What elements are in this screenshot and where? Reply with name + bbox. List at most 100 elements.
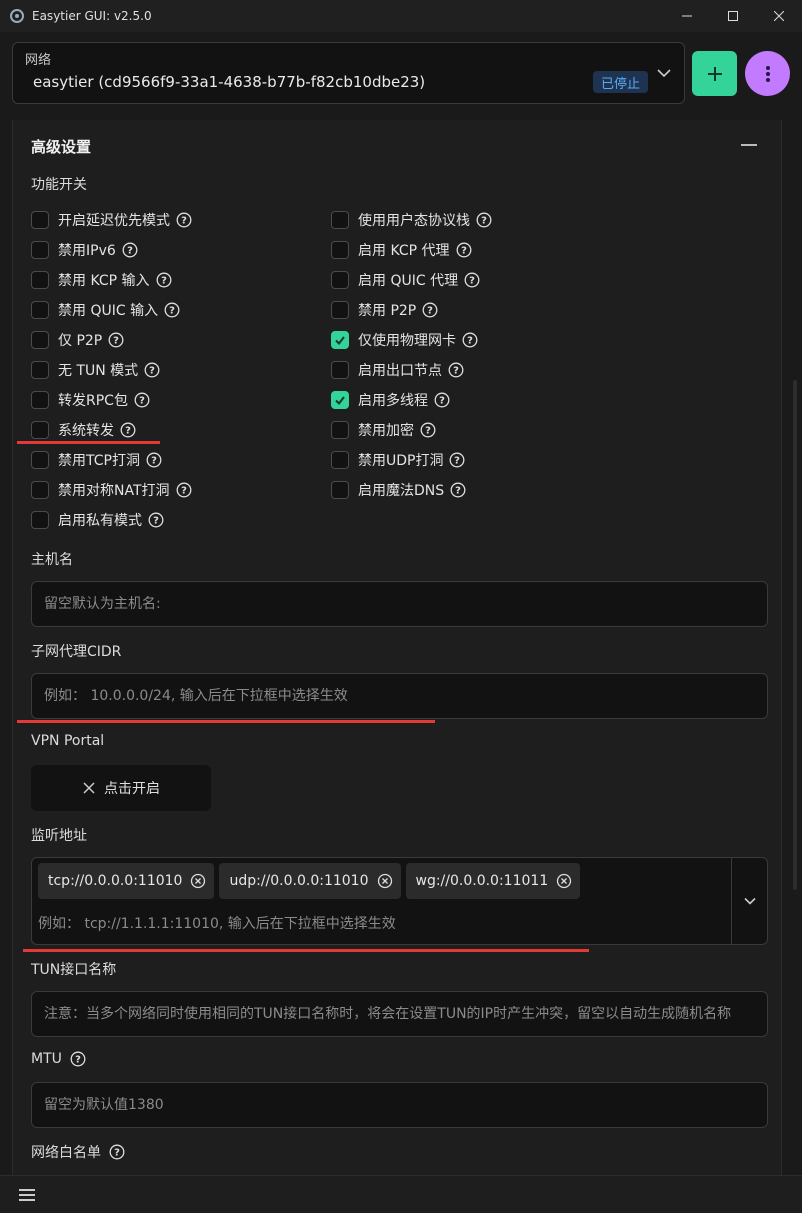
network-select[interactable]: 网络 easytier (cd9566f9-33a1-4638-b77b-f82… <box>12 42 685 104</box>
checkbox[interactable] <box>331 451 349 469</box>
checkbox[interactable] <box>331 271 349 289</box>
help-icon[interactable]: ? <box>476 212 492 228</box>
tun-name-input[interactable] <box>44 1006 767 1022</box>
checkbox[interactable] <box>331 481 349 499</box>
toggle-row[interactable]: 启用多线程? <box>331 390 450 410</box>
mtu-field[interactable] <box>31 1082 768 1128</box>
scrollbar-thumb[interactable] <box>793 380 797 890</box>
help-icon[interactable]: ? <box>146 452 162 468</box>
toggle-row[interactable]: 开启延迟优先模式? <box>31 210 192 230</box>
minimize-icon <box>682 15 692 17</box>
help-icon[interactable]: ? <box>148 512 164 528</box>
checkbox[interactable] <box>31 271 49 289</box>
mtu-input[interactable] <box>44 1097 767 1113</box>
help-icon[interactable]: ? <box>109 1144 125 1160</box>
maximize-button[interactable] <box>710 0 756 32</box>
checkbox[interactable] <box>331 421 349 439</box>
checkbox[interactable] <box>331 361 349 379</box>
toggle-row[interactable]: 禁用 P2P? <box>331 300 438 320</box>
checkbox[interactable] <box>31 511 49 529</box>
help-icon[interactable]: ? <box>434 392 450 408</box>
help-icon[interactable]: ? <box>456 242 472 258</box>
toggle-row[interactable]: 系统转发? <box>31 420 136 440</box>
checkbox[interactable] <box>331 331 349 349</box>
help-icon[interactable]: ? <box>134 392 150 408</box>
collapse-icon[interactable] <box>741 144 757 146</box>
panel-title: 高级设置 <box>31 138 92 156</box>
help-icon[interactable]: ? <box>448 362 464 378</box>
hostname-field[interactable] <box>31 581 768 627</box>
toggle-row[interactable]: 启用出口节点? <box>331 360 464 380</box>
subnet-proxy-input[interactable] <box>44 688 767 704</box>
listeners-placeholder[interactable]: 例如： tcp://1.1.1.1:11010, 输入后在下拉框中选择生效 <box>38 913 396 933</box>
toggle-row[interactable]: 启用私有模式? <box>31 510 164 530</box>
help-icon[interactable]: ? <box>144 362 160 378</box>
checkbox[interactable] <box>331 391 349 409</box>
help-icon[interactable]: ? <box>176 482 192 498</box>
add-network-button[interactable] <box>692 51 737 96</box>
checkbox[interactable] <box>31 211 49 229</box>
checkbox[interactable] <box>31 361 49 379</box>
toggle-row[interactable]: 仅使用物理网卡? <box>331 330 478 350</box>
menu-icon[interactable] <box>19 1188 35 1201</box>
listeners-dropdown[interactable] <box>731 858 767 944</box>
help-icon[interactable]: ? <box>108 332 124 348</box>
checkbox[interactable] <box>31 481 49 499</box>
checkbox[interactable] <box>31 331 49 349</box>
checkbox-label: 系统转发 <box>58 423 114 439</box>
toggle-row[interactable]: 禁用TCP打洞? <box>31 450 162 470</box>
checkbox[interactable] <box>31 241 49 259</box>
help-icon[interactable]: ? <box>462 332 478 348</box>
bottom-bar <box>0 1175 802 1213</box>
toggle-row[interactable]: 禁用 QUIC 输入? <box>31 300 180 320</box>
toggle-row[interactable]: 禁用对称NAT打洞? <box>31 480 192 500</box>
toggle-row[interactable]: 启用 QUIC 代理? <box>331 270 480 290</box>
checkbox[interactable] <box>331 241 349 259</box>
subnet-proxy-field[interactable] <box>31 673 768 719</box>
tun-name-field[interactable] <box>31 991 768 1037</box>
toggle-row[interactable]: 禁用UDP打洞? <box>331 450 465 470</box>
toggle-row[interactable]: 启用 KCP 代理? <box>331 240 472 260</box>
toggle-row[interactable]: 转发RPC包? <box>31 390 150 410</box>
remove-chip-icon[interactable] <box>377 873 393 889</box>
help-icon[interactable]: ? <box>70 1051 86 1067</box>
help-icon[interactable]: ? <box>122 242 138 258</box>
remove-chip-icon[interactable] <box>556 873 572 889</box>
checkbox-label: 禁用 QUIC 输入 <box>58 303 159 319</box>
toggle-row[interactable]: 禁用 KCP 输入? <box>31 270 172 290</box>
toggle-row[interactable]: 仅 P2P? <box>31 330 124 350</box>
listeners-field[interactable]: tcp://0.0.0.0:11010 udp://0.0.0.0:11010 … <box>31 857 768 945</box>
help-icon[interactable]: ? <box>464 272 480 288</box>
close-button[interactable] <box>756 0 802 32</box>
help-icon[interactable]: ? <box>420 422 436 438</box>
help-icon[interactable]: ? <box>422 302 438 318</box>
checkbox[interactable] <box>331 301 349 319</box>
checkbox[interactable] <box>31 301 49 319</box>
help-icon[interactable]: ? <box>449 452 465 468</box>
hostname-label: 主机名 <box>31 552 73 568</box>
help-icon[interactable]: ? <box>156 272 172 288</box>
help-icon[interactable]: ? <box>120 422 136 438</box>
minimize-button[interactable] <box>664 0 710 32</box>
help-icon[interactable]: ? <box>164 302 180 318</box>
checkbox[interactable] <box>31 421 49 439</box>
hostname-input[interactable] <box>44 596 767 612</box>
remove-chip-icon[interactable] <box>190 873 206 889</box>
svg-text:?: ? <box>439 396 445 407</box>
svg-text:?: ? <box>114 1148 120 1159</box>
checkbox[interactable] <box>31 391 49 409</box>
checkbox[interactable] <box>31 451 49 469</box>
toggle-row[interactable]: 无 TUN 模式? <box>31 360 160 380</box>
toggle-row[interactable]: 使用用户态协议栈? <box>331 210 492 230</box>
help-icon[interactable]: ? <box>450 482 466 498</box>
toggle-row[interactable]: 禁用IPv6? <box>31 240 138 260</box>
chevron-down-icon[interactable] <box>656 65 672 81</box>
toggle-row[interactable]: 启用魔法DNS? <box>331 480 466 500</box>
help-icon[interactable]: ? <box>176 212 192 228</box>
svg-text:?: ? <box>455 486 461 497</box>
vpn-portal-button[interactable]: 点击开启 <box>31 765 211 811</box>
more-menu-button[interactable] <box>745 51 790 96</box>
checkbox[interactable] <box>331 211 349 229</box>
checkbox-label: 启用 QUIC 代理 <box>358 273 459 289</box>
toggle-row[interactable]: 禁用加密? <box>331 420 436 440</box>
